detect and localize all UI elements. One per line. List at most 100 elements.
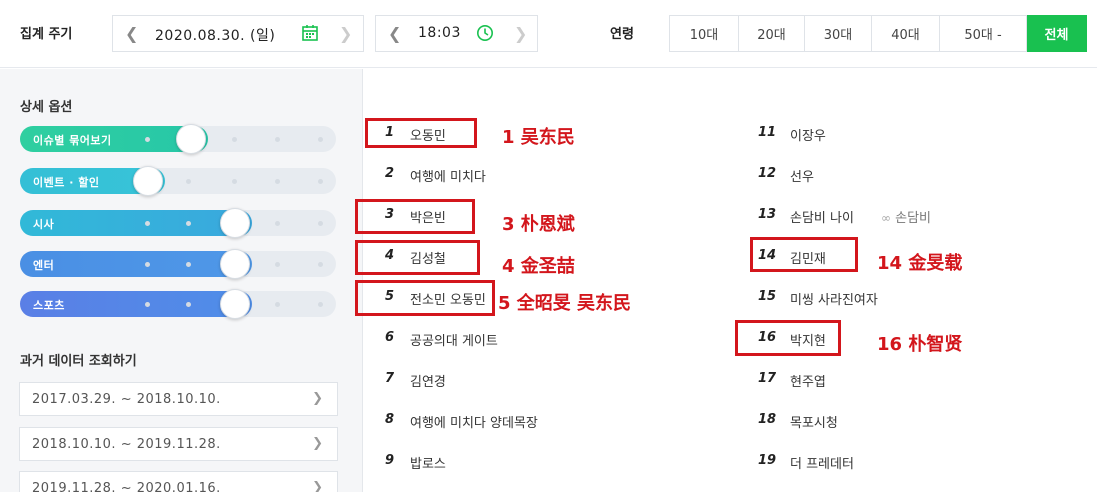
period-item-1[interactable]: 2017.03.29. ~ 2018.10.10. ❯ bbox=[19, 382, 338, 416]
period-item-3[interactable]: 2019.11.28. ~ 2020.01.16. ❯ bbox=[19, 471, 338, 492]
next-date-chevron-icon[interactable]: ❯ bbox=[339, 24, 352, 43]
rank-term[interactable]: 미씽 사라진여자 bbox=[790, 289, 878, 308]
rank-term[interactable]: 더 프레데터 bbox=[790, 453, 854, 472]
rank-term[interactable]: 박은빈 bbox=[410, 207, 446, 226]
toggle-label-entertainment: 엔터 bbox=[33, 259, 55, 272]
toggle-label-sports: 스포츠 bbox=[33, 299, 65, 312]
date-value: 2020.08.30. (일) bbox=[155, 28, 276, 44]
chevron-right-icon: ❯ bbox=[312, 391, 323, 406]
rank-number: 5 bbox=[384, 289, 394, 304]
annotation-rank-1: 1 吴东民 bbox=[502, 127, 575, 148]
ranking-item[interactable]: 7 김연경 bbox=[378, 368, 698, 392]
clock-icon[interactable] bbox=[476, 24, 494, 42]
age-button-30s[interactable]: 30대 bbox=[805, 15, 872, 52]
ranking-item[interactable]: 8 여행에 미치다 양데목장 bbox=[378, 409, 698, 433]
ranking-item[interactable]: 18 목포시청 bbox=[758, 409, 1078, 433]
top-bar: 집계 주기 ❮ 2020.08.30. (일) ❯ ❮ 18:03 ❯ 연령 1… bbox=[0, 0, 1097, 68]
age-button-all[interactable]: 전체 bbox=[1027, 15, 1087, 52]
rank-number: 11 bbox=[758, 125, 777, 140]
prev-time-chevron-icon[interactable]: ❮ bbox=[388, 24, 401, 43]
rank-number: 6 bbox=[384, 330, 394, 345]
ranking-item[interactable]: 15 미씽 사라진여자 bbox=[758, 286, 1078, 310]
chevron-right-icon: ❯ bbox=[312, 436, 323, 451]
annotation-rank-16: 16 朴智贤 bbox=[877, 334, 963, 355]
options-panel: 상세 옵션 이슈별 묶어보기 이벤트 · 할인 시사 엔터 스포츠 과거 데이터… bbox=[0, 69, 363, 492]
ranking-item[interactable]: 9 밥로스 bbox=[378, 450, 698, 474]
age-button-40s[interactable]: 40대 bbox=[872, 15, 940, 52]
toggle-group-by-issue[interactable]: 이슈별 묶어보기 bbox=[20, 124, 336, 154]
period-label: 2017.03.29. ~ 2018.10.10. bbox=[32, 392, 221, 407]
age-label: 연령 bbox=[610, 27, 634, 42]
ranking-item[interactable]: 6 공공의대 게이트 bbox=[378, 327, 698, 351]
rank-number: 2 bbox=[384, 166, 394, 181]
toggle-sports[interactable]: 스포츠 bbox=[20, 289, 336, 319]
ranking-item[interactable]: 12 선우 bbox=[758, 163, 1078, 187]
rank-number: 9 bbox=[384, 453, 394, 468]
detail-options-title: 상세 옵션 bbox=[20, 100, 73, 115]
rank-number: 12 bbox=[758, 166, 777, 181]
toggle-current-affairs[interactable]: 시사 bbox=[20, 208, 336, 238]
rank-term[interactable]: 손담비 나이 bbox=[790, 207, 854, 226]
rank-term[interactable]: 현주엽 bbox=[790, 371, 826, 390]
rank-term[interactable]: 오동민 bbox=[410, 125, 446, 144]
toggle-events-discounts[interactable]: 이벤트 · 할인 bbox=[20, 166, 336, 196]
rank-number: 19 bbox=[758, 453, 777, 468]
rank-number: 3 bbox=[384, 207, 394, 222]
period-label: 2018.10.10. ~ 2019.11.28. bbox=[32, 437, 221, 452]
rank-number: 14 bbox=[758, 248, 777, 263]
related-term[interactable]: ∞ 손담비 bbox=[881, 207, 931, 226]
date-selector[interactable]: ❮ 2020.08.30. (일) ❯ bbox=[112, 15, 364, 52]
rank-term[interactable]: 김민재 bbox=[790, 248, 826, 267]
ranking-item[interactable]: 2 여행에 미치다 bbox=[378, 163, 698, 187]
age-button-10s[interactable]: 10대 bbox=[669, 15, 739, 52]
ranking-item[interactable]: 17 현주엽 bbox=[758, 368, 1078, 392]
rank-number: 4 bbox=[384, 248, 394, 263]
prev-date-chevron-icon[interactable]: ❮ bbox=[125, 24, 138, 43]
toggle-label-current-affairs: 시사 bbox=[33, 218, 55, 231]
rank-term[interactable]: 여행에 미치다 양데목장 bbox=[410, 412, 538, 431]
rank-number: 8 bbox=[384, 412, 394, 427]
toggle-entertainment[interactable]: 엔터 bbox=[20, 249, 336, 279]
age-filter-group: 10대 20대 30대 40대 50대 - 전체 bbox=[669, 15, 1087, 52]
ranking-item[interactable]: 19 더 프레데터 bbox=[758, 450, 1078, 474]
toggle-knob[interactable] bbox=[133, 166, 163, 196]
past-data-title: 과거 데이터 조회하기 bbox=[20, 354, 137, 369]
related-term-label: 손담비 bbox=[895, 211, 932, 226]
aggregation-period-label: 집계 주기 bbox=[20, 27, 73, 42]
ranking-item[interactable]: 11 이장우 bbox=[758, 122, 1078, 146]
rank-number: 17 bbox=[758, 371, 777, 386]
time-selector[interactable]: ❮ 18:03 ❯ bbox=[375, 15, 538, 52]
toggle-label-events-discounts: 이벤트 · 할인 bbox=[33, 176, 100, 189]
rank-number: 18 bbox=[758, 412, 777, 427]
toggle-knob[interactable] bbox=[220, 289, 250, 319]
rank-term[interactable]: 공공의대 게이트 bbox=[410, 330, 498, 349]
ranking-item[interactable]: 13 손담비 나이 ∞ 손담비 bbox=[758, 204, 1078, 228]
link-icon: ∞ bbox=[881, 211, 891, 225]
annotation-rank-4: 4 金圣喆 bbox=[502, 256, 575, 277]
toggle-knob[interactable] bbox=[176, 124, 206, 154]
annotation-rank-3: 3 朴恩斌 bbox=[502, 214, 575, 235]
rank-term[interactable]: 선우 bbox=[790, 166, 814, 185]
rank-term[interactable]: 밥로스 bbox=[410, 453, 446, 472]
rank-term[interactable]: 이장우 bbox=[790, 125, 826, 144]
rank-number: 15 bbox=[758, 289, 777, 304]
period-label: 2019.11.28. ~ 2020.01.16. bbox=[32, 481, 221, 492]
rank-term[interactable]: 여행에 미치다 bbox=[410, 166, 486, 185]
toggle-knob[interactable] bbox=[220, 208, 250, 238]
rank-term[interactable]: 김성철 bbox=[410, 248, 446, 267]
calendar-icon[interactable] bbox=[301, 24, 319, 42]
age-button-50s-plus[interactable]: 50대 - bbox=[940, 15, 1027, 52]
rank-number: 16 bbox=[758, 330, 777, 345]
time-value: 18:03 bbox=[418, 25, 461, 41]
rank-term[interactable]: 박지현 bbox=[790, 330, 826, 349]
next-time-chevron-icon[interactable]: ❯ bbox=[514, 24, 527, 43]
age-button-20s[interactable]: 20대 bbox=[739, 15, 805, 52]
chevron-right-icon: ❯ bbox=[312, 480, 323, 492]
toggle-knob[interactable] bbox=[220, 249, 250, 279]
annotation-rank-5: 5 全昭旻 吴东民 bbox=[498, 293, 632, 314]
rank-term[interactable]: 전소민 오동민 bbox=[410, 289, 486, 308]
rank-number: 7 bbox=[384, 371, 394, 386]
rank-term[interactable]: 목포시청 bbox=[790, 412, 838, 431]
rank-term[interactable]: 김연경 bbox=[410, 371, 446, 390]
period-item-2[interactable]: 2018.10.10. ~ 2019.11.28. ❯ bbox=[19, 427, 338, 461]
